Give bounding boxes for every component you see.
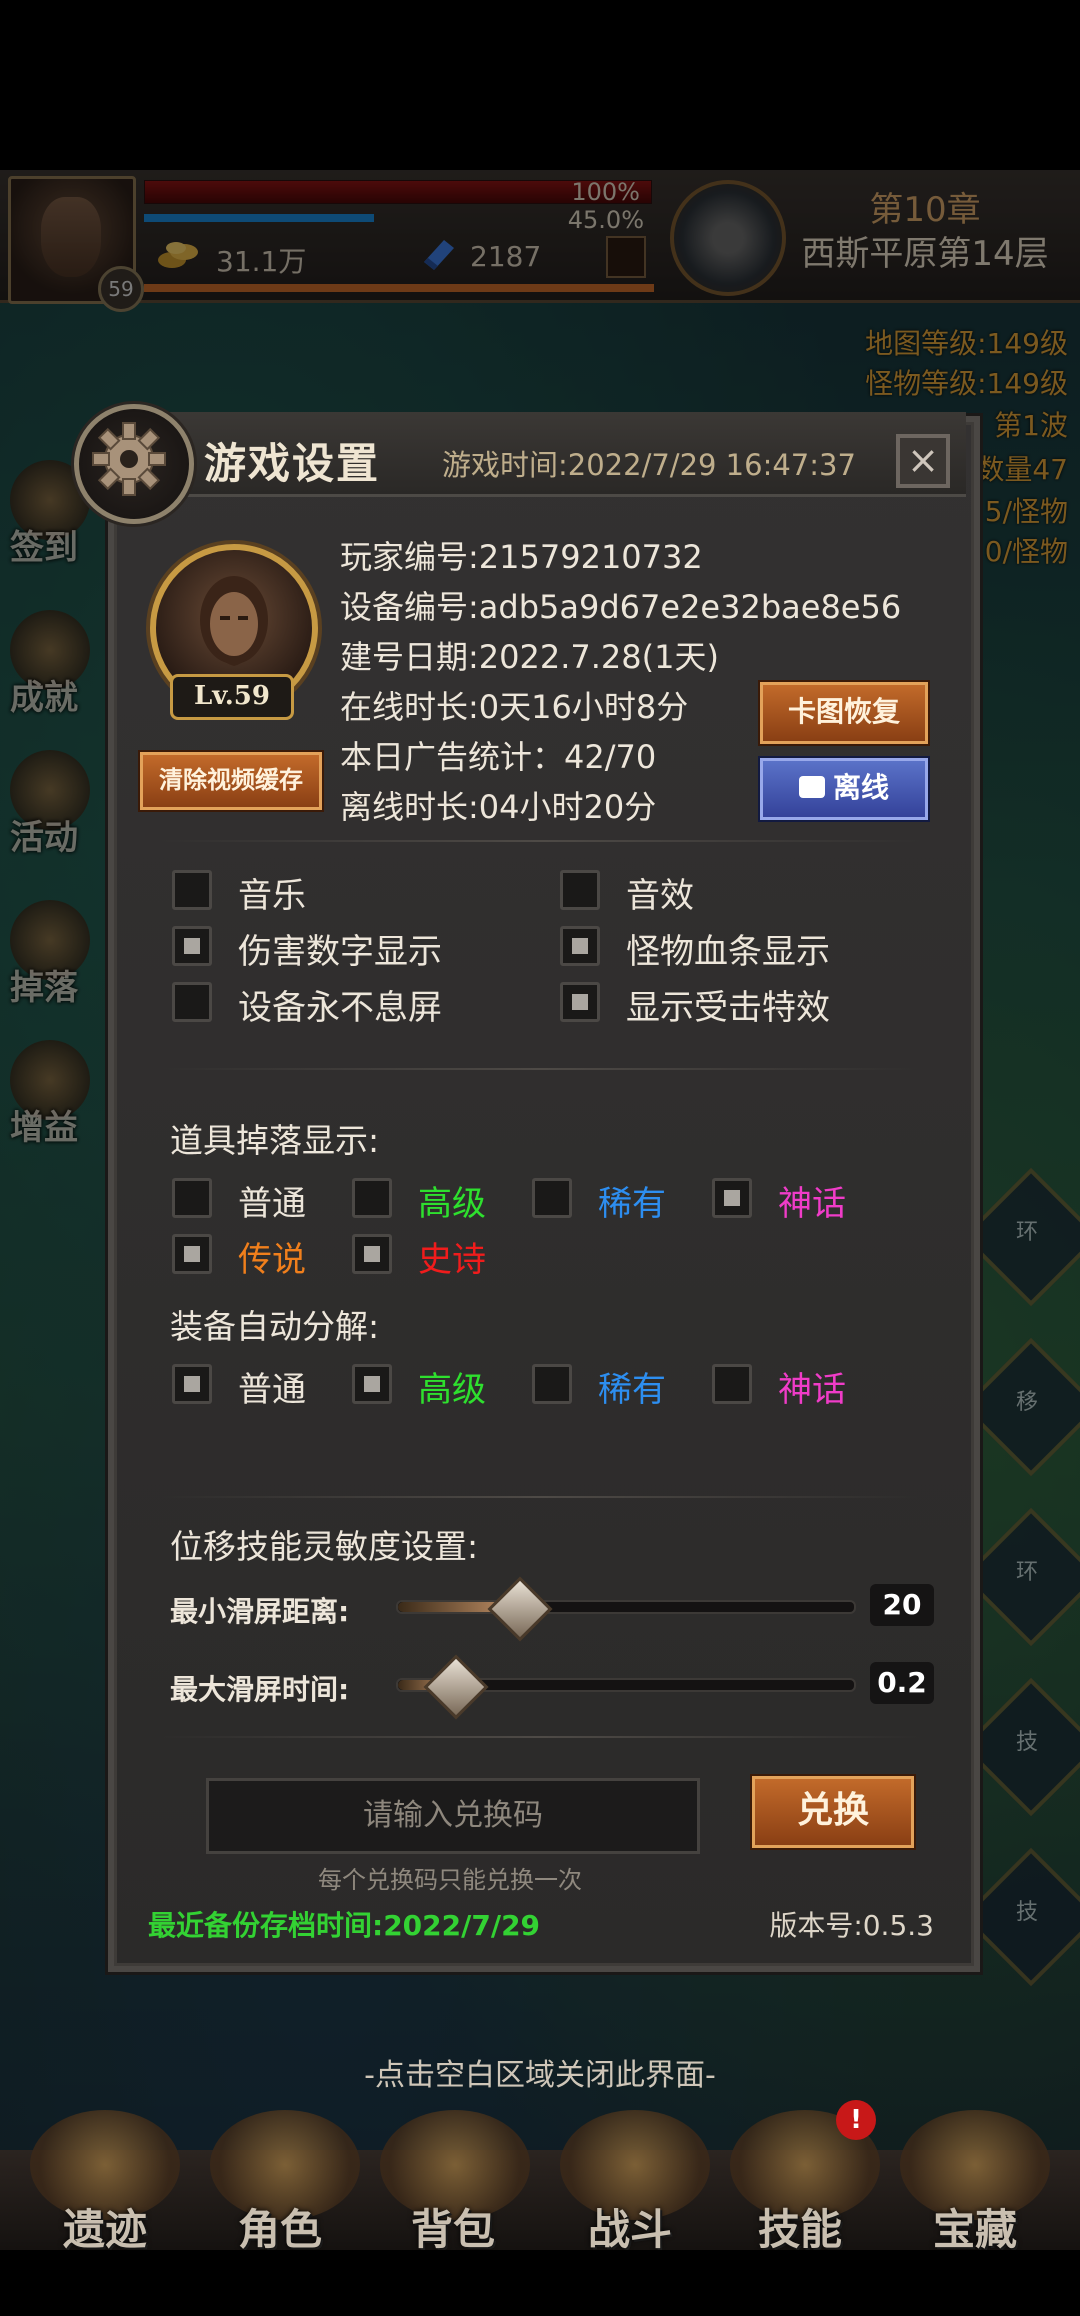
offline-time: 离线时长:04小时20分: [340, 788, 657, 826]
drop-legendary-label: 传说: [238, 1240, 306, 1280]
drop-mythic-label: 神话: [778, 1184, 846, 1224]
music-label: 音乐: [238, 876, 306, 916]
gear-icon: [92, 422, 166, 496]
music-checkbox[interactable]: [172, 870, 212, 910]
drop-epic-checkbox[interactable]: [352, 1234, 392, 1274]
decompose-common-checkbox[interactable]: [172, 1364, 212, 1404]
decompose-common-label: 普通: [238, 1370, 306, 1410]
auto-decompose-title: 装备自动分解:: [170, 1307, 380, 1346]
close-button[interactable]: ×: [896, 434, 950, 488]
drop-common-checkbox[interactable]: [172, 1178, 212, 1218]
hit-effect-label: 显示受击特效: [626, 988, 830, 1028]
backup-time: 最近备份存档时间:2022/7/29: [148, 1909, 541, 1942]
decompose-advanced-checkbox[interactable]: [352, 1364, 392, 1404]
nav-treasure[interactable]: 宝藏: [890, 2196, 1060, 2257]
monster-hp-label: 怪物血条显示: [626, 932, 830, 972]
offline-icon: [798, 776, 825, 798]
player-id: 玩家编号:21579210732: [340, 538, 703, 576]
bottom-black-band: [0, 2250, 1080, 2316]
offline-button[interactable]: 离线: [760, 758, 928, 820]
drop-advanced-label: 高级: [418, 1184, 486, 1224]
sfx-checkbox[interactable]: [560, 870, 600, 910]
decompose-mythic-label: 神话: [778, 1370, 846, 1410]
decompose-mythic-checkbox[interactable]: [712, 1364, 752, 1404]
decompose-rare-label: 稀有: [598, 1370, 666, 1410]
nav-battle[interactable]: 战斗: [545, 2196, 715, 2257]
drop-advanced-checkbox[interactable]: [352, 1178, 392, 1218]
max-time-label: 最大滑屏时间:: [170, 1673, 350, 1706]
offline-button-label: 离线: [832, 771, 889, 804]
max-time-value: 0.2: [870, 1662, 934, 1704]
keep-screen-on-checkbox[interactable]: [172, 982, 212, 1022]
drop-legendary-checkbox[interactable]: [172, 1234, 212, 1274]
dialog-title: 游戏设置: [204, 439, 381, 488]
drop-rare-checkbox[interactable]: [532, 1178, 572, 1218]
created-date: 建号日期:2022.7.28(1天): [340, 638, 719, 676]
settings-gear-badge: [74, 404, 194, 524]
nav-character[interactable]: 角色: [195, 2196, 365, 2257]
keep-screen-on-label: 设备永不息屏: [238, 988, 442, 1028]
exchange-note: 每个兑换码只能兑换一次: [318, 1866, 582, 1894]
decompose-advanced-label: 高级: [418, 1370, 486, 1410]
sfx-label: 音效: [626, 876, 694, 916]
clear-video-cache-button[interactable]: 清除视频缓存: [140, 752, 322, 810]
damage-numbers-label: 伤害数字显示: [238, 932, 442, 972]
drop-display-title: 道具掉落显示:: [170, 1121, 380, 1160]
version-label: 版本号:0.5.3: [769, 1909, 934, 1942]
nav-skills[interactable]: 技能: [715, 2196, 885, 2257]
nav-backpack[interactable]: 背包: [368, 2196, 538, 2257]
top-black-band: [0, 0, 1080, 170]
device-id: 设备编号:adb5a9d67e2e32bae8e56: [340, 588, 902, 626]
redeem-code-input[interactable]: 请输入兑换码: [206, 1778, 700, 1854]
game-time: 游戏时间:2022/7/29 16:47:37: [442, 448, 856, 482]
drop-mythic-checkbox[interactable]: [712, 1178, 752, 1218]
card-restore-button[interactable]: 卡图恢复: [760, 682, 928, 744]
monster-hp-checkbox[interactable]: [560, 926, 600, 966]
sensitivity-title: 位移技能灵敏度设置:: [170, 1527, 479, 1566]
separator: [160, 1068, 920, 1070]
damage-numbers-checkbox[interactable]: [172, 926, 212, 966]
drop-epic-label: 史诗: [418, 1240, 486, 1280]
notification-badge: !: [836, 2100, 876, 2140]
separator: [160, 1496, 920, 1498]
exchange-button[interactable]: 兑换: [752, 1776, 914, 1848]
min-slide-value: 20: [870, 1584, 934, 1626]
hit-effect-checkbox[interactable]: [560, 982, 600, 1022]
avatar-level: Lv.59: [170, 674, 294, 720]
close-hint: -点击空白区域关闭此界面-: [364, 2058, 716, 2093]
ads-today: 本日广告统计：42/70: [340, 738, 657, 776]
drop-rare-label: 稀有: [598, 1184, 666, 1224]
separator: [160, 840, 920, 842]
min-slide-label: 最小滑屏距离:: [170, 1595, 350, 1628]
online-time: 在线时长:0天16小时8分: [340, 688, 689, 726]
nav-ruins[interactable]: 遗迹: [20, 2196, 190, 2257]
min-slide-track[interactable]: [396, 1600, 856, 1614]
decompose-rare-checkbox[interactable]: [532, 1364, 572, 1404]
drop-common-label: 普通: [238, 1184, 306, 1224]
separator: [160, 1736, 920, 1738]
